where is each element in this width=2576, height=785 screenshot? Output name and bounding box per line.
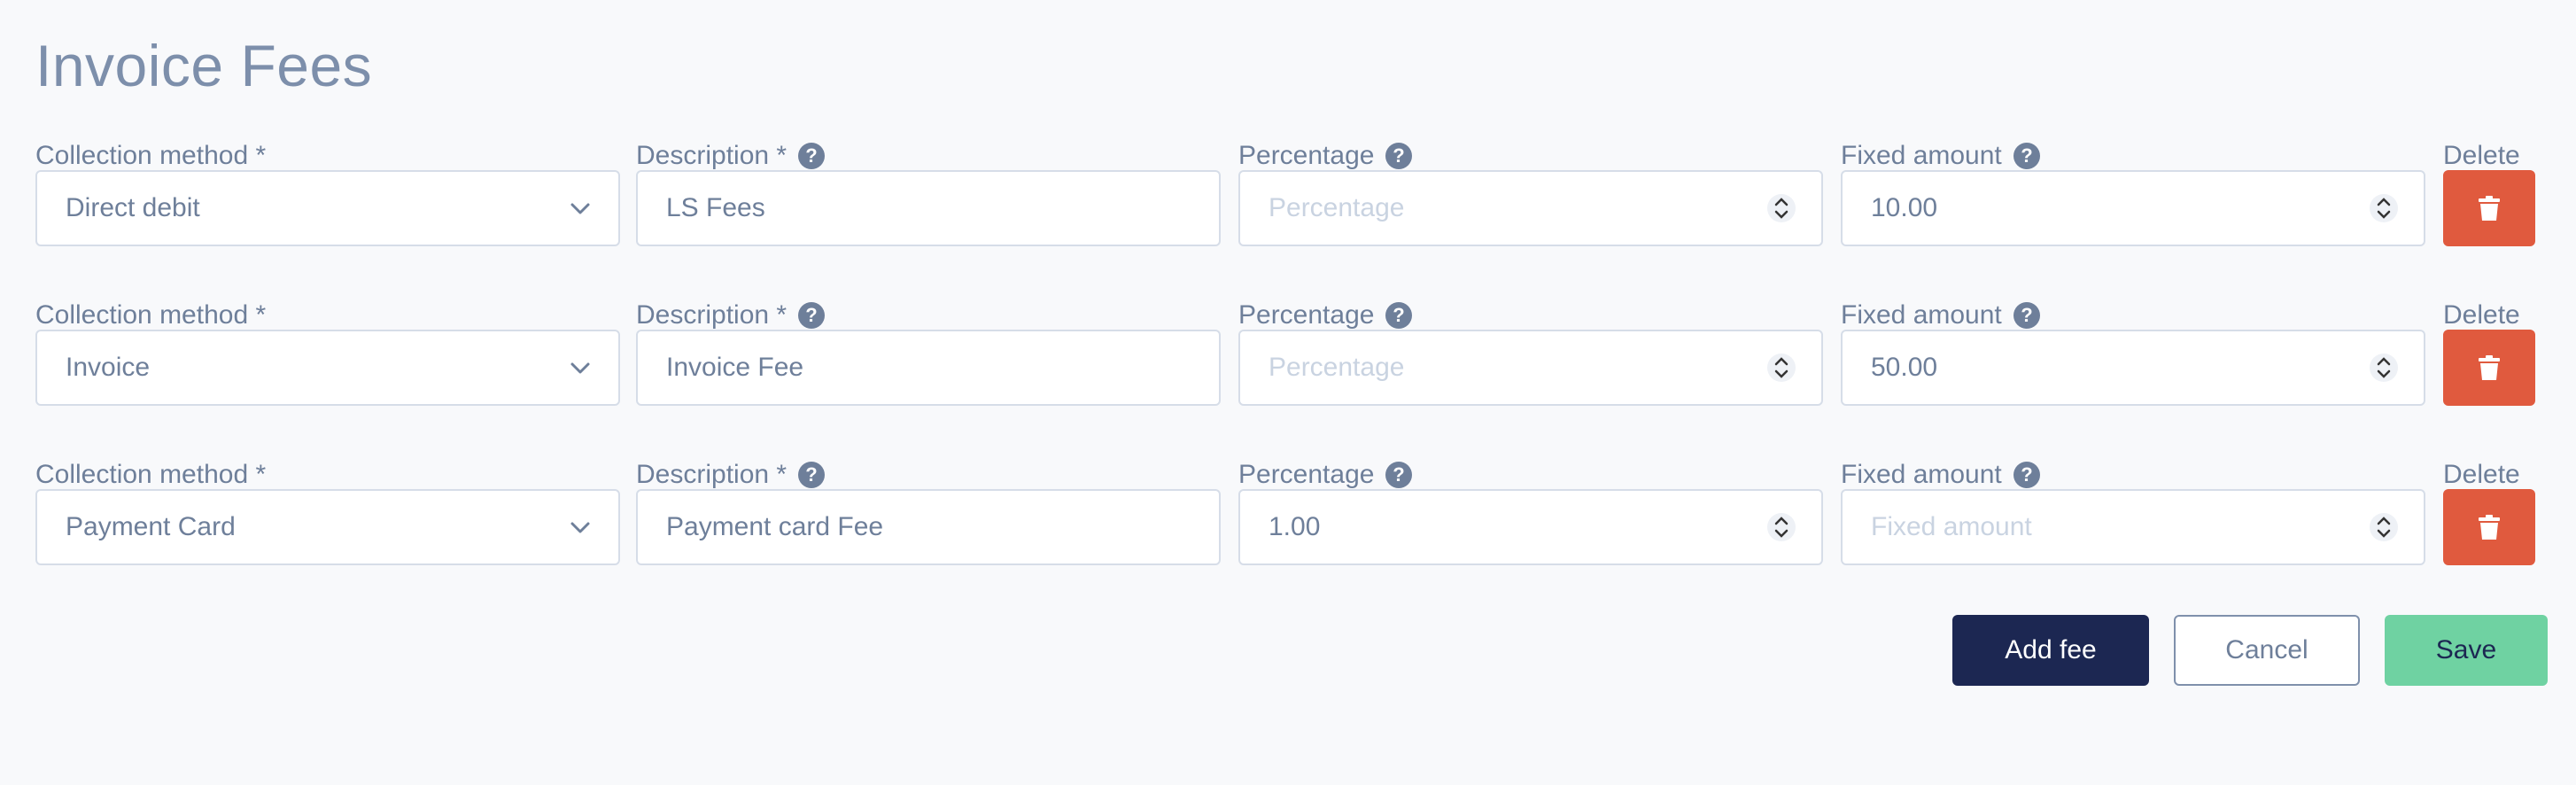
question-circle-icon[interactable]: ?	[797, 461, 826, 489]
invoice-fees-page: Invoice Fees Collection method * Descrip…	[0, 0, 2576, 785]
fixed-amount-input[interactable]: Fixed amount	[1841, 489, 2425, 565]
number-stepper-icon[interactable]	[2369, 509, 2399, 545]
delete-label: Delete	[2443, 460, 2520, 489]
percentage-label: Percentage ?	[1238, 298, 1823, 333]
description-input[interactable]: Invoice Fee	[636, 330, 1221, 406]
number-stepper-icon[interactable]	[1766, 190, 1796, 226]
input-placeholder: Percentage	[1269, 353, 1405, 382]
input-placeholder: Percentage	[1269, 193, 1405, 222]
svg-text:?: ?	[1393, 144, 1405, 167]
question-circle-icon[interactable]: ?	[2013, 142, 2041, 170]
selected-value: Payment Card	[66, 512, 236, 541]
trash-icon	[2479, 515, 2500, 540]
svg-text:?: ?	[2021, 144, 2032, 167]
svg-text:?: ?	[2021, 304, 2032, 326]
delete-fee-button[interactable]	[2443, 330, 2535, 406]
description-label: Description * ?	[636, 138, 1221, 174]
svg-text:?: ?	[805, 304, 817, 326]
question-circle-icon[interactable]: ?	[1385, 142, 1413, 170]
chevron-down-icon	[570, 362, 590, 374]
delete-fee-button[interactable]	[2443, 170, 2535, 246]
question-circle-icon[interactable]: ?	[797, 142, 826, 170]
description-input[interactable]: LS Fees	[636, 170, 1221, 246]
chevron-down-icon	[570, 203, 590, 214]
svg-text:?: ?	[2021, 463, 2032, 486]
collection-method-label: Collection method *	[35, 141, 267, 170]
input-placeholder: Fixed amount	[1871, 512, 2032, 541]
question-circle-icon[interactable]: ?	[2013, 461, 2041, 489]
input-value: 50.00	[1871, 353, 1938, 382]
selected-value: Invoice	[66, 353, 151, 382]
trash-icon	[2479, 355, 2500, 380]
fixed-amount-input[interactable]: 10.00	[1841, 170, 2425, 246]
input-value: Invoice Fee	[666, 353, 804, 382]
input-value: LS Fees	[666, 193, 765, 222]
number-stepper-icon[interactable]	[2369, 350, 2399, 385]
number-stepper-icon[interactable]	[1766, 350, 1796, 385]
svg-text:?: ?	[1393, 463, 1405, 486]
number-stepper-icon[interactable]	[2369, 190, 2399, 226]
page-title: Invoice Fees	[35, 33, 373, 98]
percentage-label: Percentage ?	[1238, 138, 1823, 174]
fee-row: Collection method * Description * ? Perc…	[0, 457, 2576, 617]
delete-label: Delete	[2443, 300, 2520, 330]
collection-method-label: Collection method *	[35, 300, 267, 330]
input-value: 1.00	[1269, 512, 1321, 541]
delete-label: Delete	[2443, 141, 2520, 170]
fixed-amount-label: Fixed amount ?	[1841, 298, 2425, 333]
number-stepper-icon[interactable]	[1766, 509, 1796, 545]
input-value: Payment card Fee	[666, 512, 884, 541]
question-circle-icon[interactable]: ?	[1385, 301, 1413, 330]
cancel-button[interactable]: Cancel	[2174, 615, 2360, 686]
svg-text:?: ?	[805, 144, 817, 167]
question-circle-icon[interactable]: ?	[2013, 301, 2041, 330]
fixed-amount-label: Fixed amount ?	[1841, 457, 2425, 493]
fee-row: Collection method * Description * ? Perc…	[0, 138, 2576, 298]
save-button[interactable]: Save	[2385, 615, 2548, 686]
collection-method-select[interactable]: Invoice	[35, 330, 620, 406]
description-label: Description * ?	[636, 457, 1221, 493]
fixed-amount-input[interactable]: 50.00	[1841, 330, 2425, 406]
trash-icon	[2479, 196, 2500, 221]
add-fee-button[interactable]: Add fee	[1952, 615, 2149, 686]
percentage-input[interactable]: Percentage	[1238, 170, 1823, 246]
selected-value: Direct debit	[66, 193, 200, 222]
fixed-amount-label: Fixed amount ?	[1841, 138, 2425, 174]
collection-method-label: Collection method *	[35, 460, 267, 489]
description-input[interactable]: Payment card Fee	[636, 489, 1221, 565]
svg-text:?: ?	[805, 463, 817, 486]
percentage-input[interactable]: 1.00	[1238, 489, 1823, 565]
chevron-down-icon	[570, 522, 590, 533]
input-value: 10.00	[1871, 193, 1938, 222]
percentage-input[interactable]: Percentage	[1238, 330, 1823, 406]
question-circle-icon[interactable]: ?	[797, 301, 826, 330]
svg-text:?: ?	[1393, 304, 1405, 326]
collection-method-select[interactable]: Payment Card	[35, 489, 620, 565]
delete-fee-button[interactable]	[2443, 489, 2535, 565]
collection-method-select[interactable]: Direct debit	[35, 170, 620, 246]
fee-row: Collection method * Description * ? Perc…	[0, 298, 2576, 457]
percentage-label: Percentage ?	[1238, 457, 1823, 493]
question-circle-icon[interactable]: ?	[1385, 461, 1413, 489]
description-label: Description * ?	[636, 298, 1221, 333]
